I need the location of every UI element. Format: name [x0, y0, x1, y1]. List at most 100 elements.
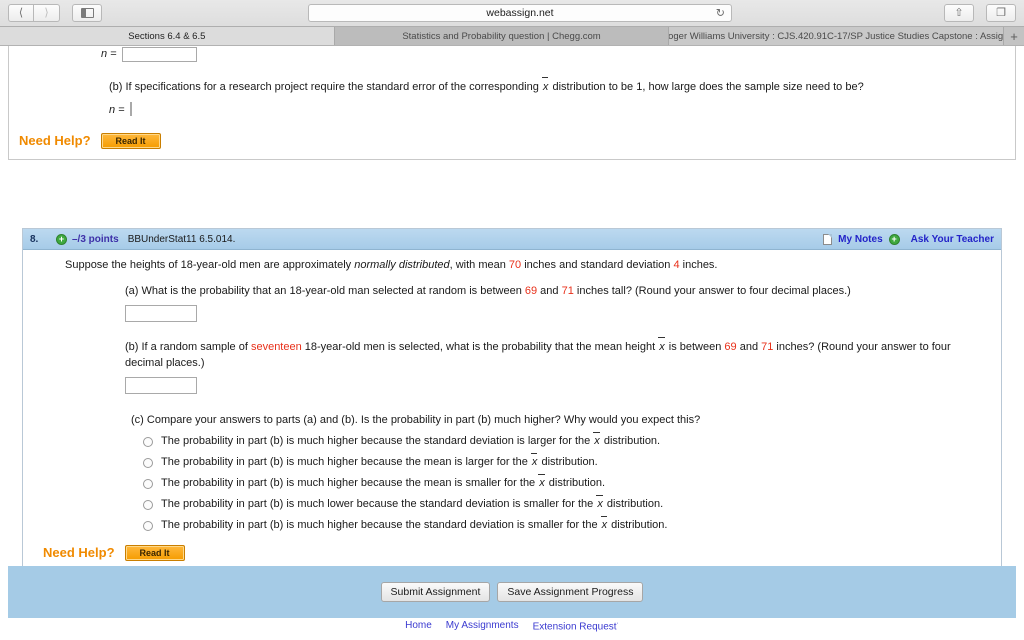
option-label-3: The probability in part (b) is much high…: [161, 473, 606, 489]
stem-part-1: Suppose the heights of 18-year-old men a…: [65, 259, 355, 271]
option-5-post: distribution.: [608, 518, 668, 531]
option-4-pre: The probability in part (b) is much lowe…: [161, 497, 597, 510]
note-page-icon: [823, 233, 833, 245]
question-8-part-b-text: (b) If a random sample of seventeen 18-y…: [33, 323, 991, 372]
option-2-pre: The probability in part (b) is much high…: [161, 455, 531, 468]
save-assignment-progress-button[interactable]: Save Assignment Progress: [497, 582, 644, 602]
top-part-b-text: (b) If specifications for a research pro…: [9, 62, 1015, 96]
part-a-input[interactable]: [125, 305, 197, 323]
new-tab-button[interactable]: +: [1004, 27, 1024, 45]
plus-circle-icon[interactable]: +: [56, 233, 67, 245]
my-notes-link[interactable]: My Notes: [838, 234, 882, 245]
show-all-tabs-icon[interactable]: ❐: [986, 4, 1016, 22]
top-answer-input[interactable]: [129, 101, 132, 116]
question-8-body: Suppose the heights of 18-year-old men a…: [23, 250, 1001, 573]
assignment-action-bar: Submit Assignment Save Assignment Progre…: [8, 566, 1016, 618]
sidebar-toggle-icon[interactable]: [72, 4, 102, 22]
stem-part-2: , with mean: [449, 259, 509, 271]
part-b-p4: and: [736, 340, 762, 353]
footer-links: Home My Assignments Extension Request·: [0, 620, 1024, 632]
previous-n-input[interactable]: [121, 46, 197, 62]
part-b-p2: 18-year-old men is selected, what is the…: [301, 340, 659, 353]
stem-mean-value: 70: [508, 259, 522, 271]
question-8-header-actions: My Notes + Ask Your Teacher: [823, 233, 994, 245]
option-3-pre: The probability in part (b) is much high…: [161, 476, 539, 489]
x-bar-symbol: x: [596, 494, 603, 510]
x-bar-symbol: x: [658, 336, 666, 356]
x-bar-symbol: x: [530, 452, 538, 468]
radio-option-1[interactable]: [143, 436, 153, 447]
option-2-post: distribution.: [538, 455, 598, 468]
part-b-input[interactable]: [125, 377, 197, 395]
question-8-stem: Suppose the heights of 18-year-old men a…: [33, 259, 991, 271]
option-row-1[interactable]: The probability in part (b) is much high…: [143, 431, 991, 447]
option-label-5: The probability in part (b) is much high…: [161, 515, 668, 531]
tab-strip: Sections 6.4 & 6.5 Statistics and Probab…: [0, 26, 1024, 45]
question-8-header: 8. + –/3 points BBUnderStat11 6.5.014. M…: [23, 229, 1001, 250]
question-8-read-it-button[interactable]: Read It: [124, 544, 185, 561]
question-8-need-help: Need Help? Read It: [33, 544, 991, 561]
ask-your-teacher-link[interactable]: Ask Your Teacher: [911, 234, 994, 245]
previous-question-truncated-row: n =: [9, 46, 1015, 62]
reload-icon[interactable]: ↻: [716, 7, 725, 20]
footer-link-my-assignments[interactable]: My Assignments: [446, 620, 519, 632]
radio-option-3[interactable]: [143, 478, 153, 489]
address-bar[interactable]: webassign.net ↻: [308, 4, 732, 22]
option-row-5[interactable]: The probability in part (b) is much high…: [143, 515, 991, 531]
x-bar-symbol: x: [538, 473, 545, 489]
address-bar-url: webassign.net: [486, 7, 554, 19]
footer-link-home[interactable]: Home: [405, 620, 432, 632]
part-a-p3: inches tall? (Round your answer to four …: [573, 285, 851, 297]
option-row-2[interactable]: The probability in part (b) is much high…: [143, 452, 991, 468]
radio-option-2[interactable]: [143, 457, 153, 468]
part-b-low: 69: [724, 340, 737, 353]
extension-request-sup: ·: [616, 620, 619, 627]
part-b-sample-size: seventeen: [250, 340, 302, 353]
stem-part-4: inches.: [679, 259, 718, 271]
question-8-part-c-text: (c) Compare your answers to parts (a) an…: [131, 413, 701, 426]
ask-teacher-plus-icon[interactable]: +: [888, 233, 900, 245]
option-row-4[interactable]: The probability in part (b) is much lowe…: [143, 494, 991, 510]
question-8-number: 8.: [30, 233, 39, 245]
part-b-p1: (b) If a random sample of: [125, 340, 251, 353]
option-label-2: The probability in part (b) is much high…: [161, 452, 598, 468]
footer-link-extension-request[interactable]: Extension Request·: [533, 620, 619, 632]
toolbar-right-buttons: ⇧ ❐: [938, 4, 1016, 22]
part-a-p2: and: [537, 285, 562, 297]
browser-toolbar: ⟨ ⟩ webassign.net ↻ ⇧ ❐: [0, 0, 1024, 26]
top-part-b-suffix: distribution to be 1, how large does the…: [549, 81, 864, 93]
top-need-help-label: Need Help?: [19, 133, 91, 149]
option-1-pre: The probability in part (b) is much high…: [161, 434, 594, 447]
option-5-pre: The probability in part (b) is much high…: [161, 518, 601, 531]
submit-assignment-button[interactable]: Submit Assignment: [380, 582, 491, 602]
tab-chegg[interactable]: Statistics and Probability question | Ch…: [334, 27, 670, 45]
stem-part-3: inches and standard deviation: [521, 259, 674, 271]
option-label-4: The probability in part (b) is much lowe…: [161, 494, 663, 510]
question-8-part-a-text: (a) What is the probability that an 18-y…: [33, 271, 991, 300]
share-icon[interactable]: ⇧: [944, 4, 974, 22]
tab-sections[interactable]: Sections 6.4 & 6.5: [0, 27, 335, 45]
option-row-3[interactable]: The probability in part (b) is much high…: [143, 473, 991, 489]
tab-roger-williams[interactable]: Roger Williams University : CJS.420.91C-…: [669, 27, 1005, 45]
page-content: n = (b) If specifications for a research…: [0, 46, 1024, 640]
part-b-p3: is between: [665, 340, 725, 353]
forward-icon[interactable]: ⟩: [34, 4, 60, 22]
navigation-buttons: ⟨ ⟩: [8, 4, 60, 22]
x-bar-symbol: x: [593, 431, 600, 447]
option-1-post: distribution.: [600, 434, 661, 447]
question-8-points: –/3 points: [72, 233, 119, 245]
option-3-post: distribution.: [545, 476, 606, 489]
extension-request-label: Extension Request: [532, 621, 617, 633]
x-bar-symbol: x: [600, 515, 608, 531]
top-answer-row: n =: [9, 96, 1015, 119]
sidebar-glyph-icon: [80, 8, 94, 18]
top-read-it-button[interactable]: Read It: [100, 132, 161, 149]
back-icon[interactable]: ⟨: [8, 4, 34, 22]
top-need-help: Need Help? Read It: [9, 132, 1015, 149]
radio-option-4[interactable]: [143, 499, 153, 510]
option-label-1: The probability in part (b) is much high…: [161, 431, 661, 447]
question-8-code: BBUnderStat11 6.5.014.: [127, 233, 236, 245]
part-c-options: The probability in part (b) is much high…: [33, 431, 991, 531]
radio-option-5[interactable]: [143, 520, 153, 531]
part-a-high: 71: [561, 285, 574, 297]
